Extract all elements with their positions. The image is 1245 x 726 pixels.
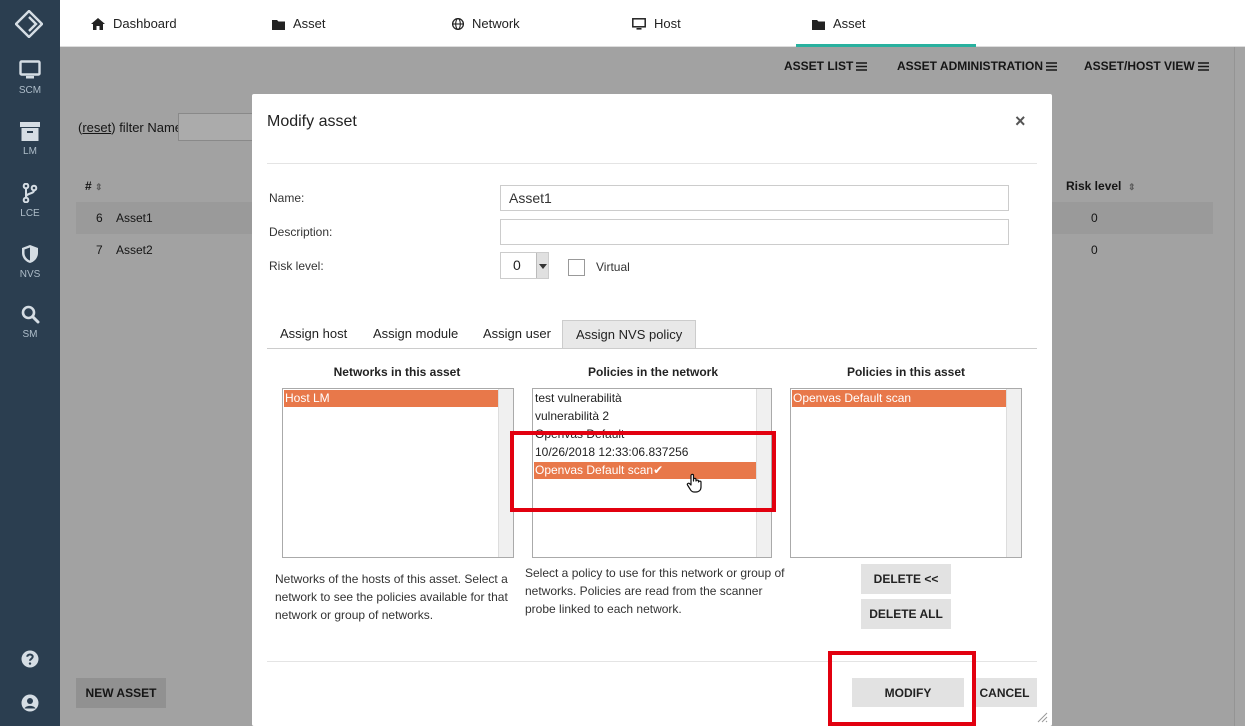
list-item[interactable]: Host LM [284,390,498,407]
sidebar-item-label: LM [23,146,37,157]
sidebar-item-lm[interactable]: LM [0,122,60,157]
description-label: Description: [269,225,333,239]
user-icon[interactable] [0,694,60,715]
description-field[interactable] [500,219,1009,245]
policies-network-help-text: Select a policy to use for this network … [525,566,785,616]
sidebar-item-label: NVS [19,269,41,280]
top-tab-bar: Dashboard Asset Network Host Asset [60,0,1245,47]
tab-host[interactable]: Host [632,0,681,47]
networks-listbox[interactable]: Host LM [282,388,514,558]
home-icon [91,18,105,30]
delete-all-button[interactable]: DELETE ALL [861,599,951,629]
sidebar: SCM LM LCE NVS SM [0,0,60,726]
tab-label: Network [472,16,520,31]
risk-level-value: 0 [513,257,521,273]
tab-label: Asset [293,16,326,31]
tab-label: Dashboard [113,16,177,31]
close-icon[interactable]: × [1015,111,1026,132]
help-icon[interactable] [0,650,60,671]
sidebar-item-nvs[interactable]: NVS [0,244,60,280]
policies-asset-title: Policies in this asset [846,365,966,379]
sidebar-item-scm[interactable]: SCM [0,60,60,96]
risk-level-label: Risk level: [269,259,324,273]
name-field[interactable] [500,185,1009,211]
chevron-down-icon [536,253,548,278]
listbox-scrollbar[interactable] [1006,389,1021,557]
tab-assign-user[interactable]: Assign user [470,320,564,348]
sidebar-item-label: SCM [18,85,42,96]
folder-icon [812,20,825,30]
policies-network-title: Policies in the network [587,365,719,379]
list-item[interactable]: vulnerabilità 2 [534,408,609,425]
desktop-icon [632,18,646,30]
list-item[interactable]: Openvas Default scan [792,390,1006,407]
tab-assign-nvs-policy[interactable]: Assign NVS policy [562,320,697,348]
branch-icon [22,183,38,203]
diamond-logo-icon[interactable] [14,9,44,39]
sidebar-item-sm[interactable]: SM [0,305,60,340]
tab-assign-module[interactable]: Assign module [360,320,471,348]
highlight-box [510,431,776,512]
delete-selected-button[interactable]: DELETE << [861,564,951,594]
dialog-title: Modify asset [267,113,357,130]
cancel-button[interactable]: CANCEL [972,678,1037,707]
tab-label: Host [654,16,681,31]
highlight-box [828,651,976,726]
search-icon [21,305,39,324]
list-item[interactable]: test vulnerabilità [534,390,622,407]
networks-help-text: Networks of the hosts of this asset. Sel… [275,572,508,622]
tab-divider [267,348,1037,349]
tab-asset[interactable]: Asset [272,0,326,47]
archive-icon [20,122,40,141]
globe-icon [451,17,465,31]
sidebar-item-label: LCE [20,208,40,219]
sidebar-item-label: SM [22,329,38,340]
monitor-icon [19,60,41,79]
tab-asset-active[interactable]: Asset [796,0,976,47]
risk-level-select[interactable]: 0 [500,252,549,279]
name-label: Name: [269,191,305,205]
tab-label: Asset [833,16,866,31]
modify-asset-dialog: Modify asset × Name: Description: Risk l… [252,94,1052,726]
tab-dashboard[interactable]: Dashboard [91,0,177,47]
resize-grip-icon[interactable] [1035,710,1048,723]
hand-cursor-icon [686,473,702,493]
networks-title: Networks in this asset [333,365,461,379]
shield-icon [22,245,38,263]
folder-icon [272,20,285,30]
virtual-checkbox[interactable] [568,259,585,276]
divider [267,163,1037,164]
tab-assign-host[interactable]: Assign host [267,320,360,348]
virtual-label: Virtual [596,260,630,274]
policies-asset-listbox[interactable]: Openvas Default scan [790,388,1022,558]
tab-network[interactable]: Network [451,0,520,47]
sidebar-item-lce[interactable]: LCE [0,183,60,219]
